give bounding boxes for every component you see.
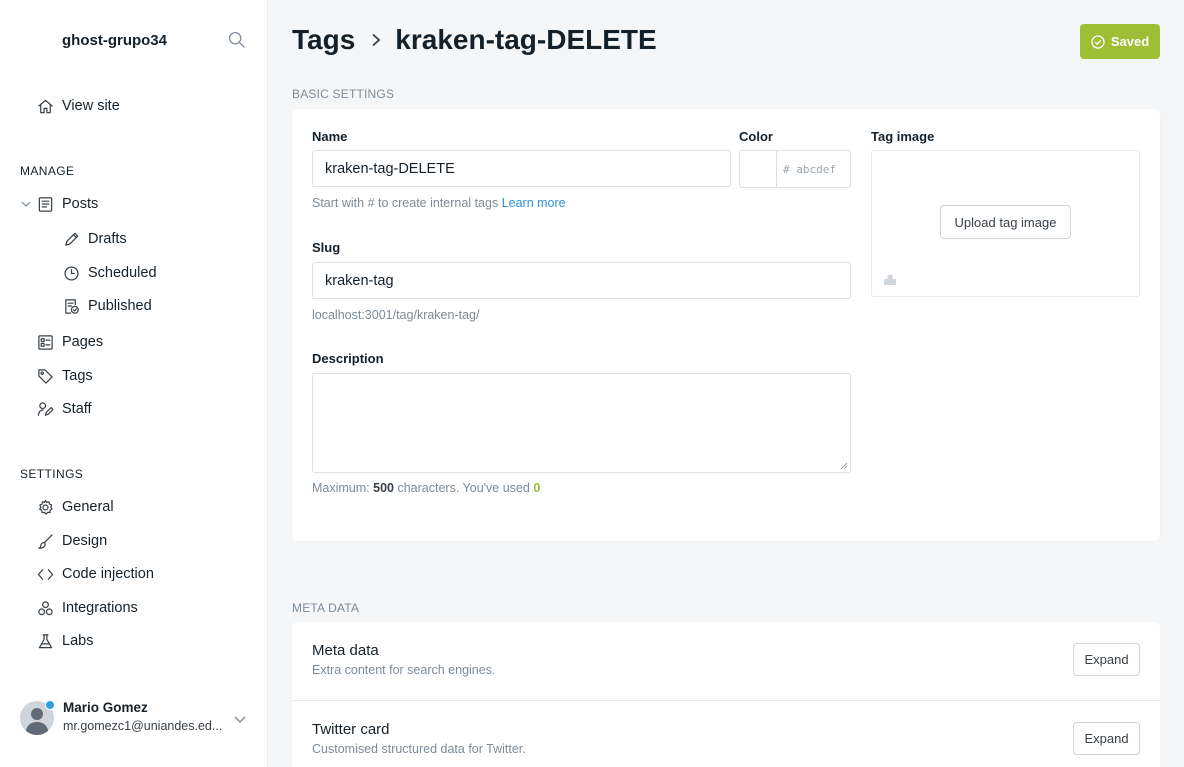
- nav-staff[interactable]: Staff: [36, 400, 92, 418]
- basic-settings-card: Name kraken-tag-DELETE Start with # to c…: [292, 109, 1160, 541]
- nav-labs[interactable]: Labs: [36, 632, 93, 650]
- nav-code-injection-label: Code injection: [62, 566, 154, 582]
- pages-icon: [36, 333, 54, 351]
- user-menu[interactable]: Mario Gomez mr.gomezc1@uniandes.ed...: [20, 700, 260, 740]
- description-hint: Maximum: 500 characters. You've used 0: [312, 481, 540, 495]
- upload-tag-image-button[interactable]: Upload tag image: [940, 205, 1071, 239]
- nav-scheduled-label: Scheduled: [88, 265, 157, 281]
- nav-staff-label: Staff: [62, 401, 92, 417]
- brush-icon: [36, 532, 54, 550]
- tag-icon: [36, 367, 54, 385]
- nav-tags-label: Tags: [62, 368, 93, 384]
- staff-icon: [36, 400, 54, 418]
- chevron-down-icon[interactable]: [20, 198, 32, 210]
- nav-design[interactable]: Design: [36, 532, 107, 550]
- desc-hint-mid: characters. You've used: [397, 481, 530, 495]
- settings-heading: SETTINGS: [20, 467, 84, 481]
- saved-button[interactable]: Saved: [1080, 24, 1160, 59]
- resize-handle-icon[interactable]: [840, 462, 848, 470]
- color-picker[interactable]: # abcdef: [739, 150, 851, 188]
- breadcrumb-tags-link[interactable]: Tags: [292, 24, 355, 56]
- sidebar: ghost-grupo34 View site MANAGE Posts Dra…: [0, 0, 268, 767]
- nav-pages-label: Pages: [62, 334, 104, 350]
- desc-hint-pre: Maximum:: [312, 481, 370, 495]
- name-label: Name: [312, 129, 348, 144]
- twitter-card-row: Twitter card Customised structured data …: [292, 700, 1160, 767]
- meta-data-heading: META DATA: [292, 601, 360, 615]
- integrations-icon: [36, 599, 54, 617]
- meta-data-expand-button[interactable]: Expand: [1073, 643, 1140, 676]
- nav-view-site-label: View site: [62, 98, 120, 114]
- code-icon: [36, 565, 54, 583]
- chevron-down-icon[interactable]: [233, 712, 247, 726]
- tag-image-dropzone[interactable]: Upload tag image: [871, 150, 1140, 297]
- color-label: Color: [739, 129, 773, 144]
- description-label: Description: [312, 351, 384, 366]
- manage-heading: MANAGE: [20, 164, 75, 178]
- nav-drafts-label: Drafts: [88, 231, 127, 247]
- meta-data-row: Meta data Extra content for search engin…: [292, 622, 1160, 700]
- description-textarea[interactable]: [312, 373, 851, 473]
- nav-scheduled[interactable]: Scheduled: [62, 264, 157, 282]
- check-circle-icon: [1091, 34, 1105, 49]
- name-hint: Start with # to create internal tags Lea…: [312, 196, 566, 210]
- nav-pages[interactable]: Pages: [36, 333, 103, 351]
- nav-view-site[interactable]: View site: [36, 97, 120, 115]
- nav-general-label: General: [62, 499, 114, 515]
- image-icon: [884, 275, 896, 285]
- twitter-card-subtitle: Customised structured data for Twitter.: [312, 742, 526, 756]
- pencil-icon: [62, 230, 80, 248]
- posts-icon: [36, 195, 54, 213]
- nav-posts-label: Posts: [62, 196, 99, 212]
- nav-drafts[interactable]: Drafts: [62, 230, 127, 248]
- name-input[interactable]: kraken-tag-DELETE: [312, 150, 731, 187]
- color-swatch[interactable]: [740, 151, 777, 187]
- nav-design-label: Design: [62, 533, 108, 549]
- learn-more-link[interactable]: Learn more: [502, 196, 566, 210]
- nav-general[interactable]: General: [36, 498, 114, 516]
- page-title: kraken-tag-DELETE: [395, 24, 657, 55]
- user-email: mr.gomezc1@uniandes.ed...: [63, 719, 223, 733]
- clock-icon: [62, 264, 80, 282]
- nav-integrations-label: Integrations: [62, 600, 138, 616]
- gear-icon: [36, 498, 54, 516]
- nav-labs-label: Labs: [62, 633, 94, 649]
- flask-icon: [36, 632, 54, 650]
- saved-label: Saved: [1110, 34, 1150, 49]
- nav-integrations[interactable]: Integrations: [36, 599, 138, 617]
- meta-data-title: Meta data: [312, 642, 379, 659]
- color-hex-input[interactable]: # abcdef: [777, 151, 836, 187]
- slug-url: localhost:3001/tag/kraken-tag/: [312, 308, 480, 322]
- nav-published-label: Published: [88, 298, 152, 314]
- published-icon: [62, 297, 80, 315]
- desc-used-count: 0: [533, 481, 541, 495]
- basic-settings-heading: BASIC SETTINGS: [292, 87, 395, 101]
- twitter-card-title: Twitter card: [312, 721, 390, 738]
- chevron-right-icon: [372, 33, 381, 47]
- nav-tags[interactable]: Tags: [36, 367, 93, 385]
- tag-image-label: Tag image: [871, 129, 935, 144]
- home-icon: [36, 97, 54, 115]
- breadcrumb: Tags kraken-tag-DELETE: [292, 24, 657, 56]
- slug-label: Slug: [312, 240, 341, 255]
- user-name: Mario Gomez: [63, 700, 148, 715]
- nav-code-injection[interactable]: Code injection: [36, 565, 154, 583]
- nav-published[interactable]: Published: [62, 297, 152, 315]
- meta-card: Meta data Extra content for search engin…: [292, 622, 1160, 767]
- meta-data-subtitle: Extra content for search engines.: [312, 663, 496, 677]
- search-icon[interactable]: [228, 31, 248, 51]
- name-hint-text: Start with # to create internal tags: [312, 196, 499, 210]
- twitter-card-expand-button[interactable]: Expand: [1073, 722, 1140, 755]
- site-title[interactable]: ghost-grupo34: [62, 32, 167, 49]
- desc-max: 500: [373, 481, 394, 495]
- slug-input[interactable]: kraken-tag: [312, 262, 851, 299]
- status-dot: [45, 700, 55, 710]
- main-content: Tags kraken-tag-DELETE Saved BASIC SETTI…: [268, 0, 1184, 767]
- nav-posts[interactable]: Posts: [36, 195, 98, 213]
